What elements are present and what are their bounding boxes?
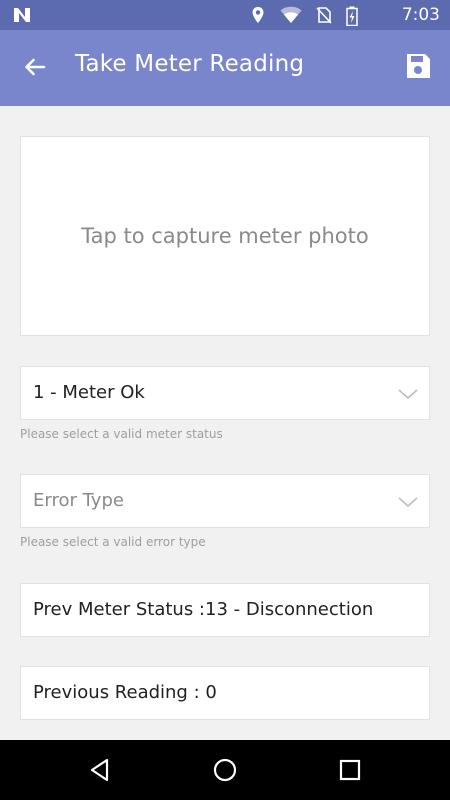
app-bar: Take Meter Reading <box>0 30 450 106</box>
arrow-back-icon[interactable] <box>20 52 50 82</box>
battery-charging-icon <box>346 6 358 27</box>
no-sim-icon <box>315 6 333 24</box>
save-icon[interactable] <box>402 50 434 82</box>
chevron-down-icon <box>398 389 418 400</box>
location-icon <box>249 6 267 24</box>
status-clock: 7:03 <box>401 5 440 25</box>
capture-photo-button[interactable]: Tap to capture meter photo <box>20 136 430 336</box>
page-title: Take Meter Reading <box>75 51 305 77</box>
nav-recents-icon[interactable] <box>336 756 364 784</box>
meter-status-helper: Please select a valid meter status <box>20 427 223 441</box>
nav-home-icon[interactable] <box>211 756 239 784</box>
notification-n-icon <box>14 8 30 22</box>
prev-meter-status-box: Prev Meter Status :13 - Disconnection <box>20 583 430 637</box>
wifi-icon <box>280 6 302 24</box>
previous-reading-text: Previous Reading : 0 <box>33 682 217 703</box>
status-bar: 7:03 <box>0 0 450 30</box>
form-content: Tap to capture meter photo 1 - Meter Ok … <box>0 106 450 740</box>
meter-status-dropdown[interactable]: 1 - Meter Ok <box>20 366 430 420</box>
prev-meter-status-text: Prev Meter Status :13 - Disconnection <box>33 599 374 620</box>
system-navigation-bar <box>0 740 450 800</box>
nav-back-icon[interactable] <box>86 756 114 784</box>
error-type-helper: Please select a valid error type <box>20 535 206 549</box>
error-type-placeholder: Error Type <box>33 490 124 511</box>
meter-status-value: 1 - Meter Ok <box>33 382 145 403</box>
previous-reading-box: Previous Reading : 0 <box>20 666 430 720</box>
chevron-down-icon <box>398 497 418 508</box>
capture-photo-label: Tap to capture meter photo <box>81 224 369 248</box>
error-type-dropdown[interactable]: Error Type <box>20 474 430 528</box>
